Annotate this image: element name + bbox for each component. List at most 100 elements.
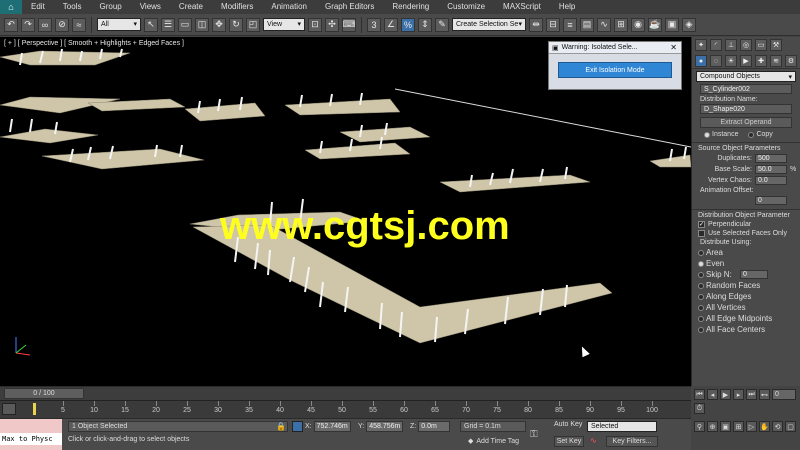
keyboard-shortcut-icon[interactable]: ⌨ [342, 17, 356, 32]
operand-list[interactable]: S_Cylinder002 [700, 84, 792, 94]
geometry-icon[interactable]: ● [695, 55, 707, 67]
instance-radio[interactable]: Instance [704, 131, 738, 138]
maximize-viewport-icon[interactable]: ▢ [785, 421, 796, 432]
time-slider[interactable]: 0 / 100 [4, 388, 84, 399]
pan-icon[interactable]: ✋ [759, 421, 770, 432]
zoom-all-icon[interactable]: ⊕ [707, 421, 718, 432]
zoom-extents-all-icon[interactable]: ⊞ [733, 421, 744, 432]
motion-tab-icon[interactable]: ◎ [740, 39, 752, 51]
go-to-start-icon[interactable]: ⏮ [694, 389, 705, 400]
material-editor-icon[interactable]: ◉ [631, 17, 645, 32]
pivot-center-icon[interactable]: ⊡ [308, 17, 322, 32]
menu-modifiers[interactable]: Modifiers [212, 0, 262, 14]
auto-key-button[interactable]: Auto Key [554, 421, 582, 428]
all-vertices-radio[interactable]: All Vertices [698, 303, 794, 312]
utilities-tab-icon[interactable]: ⚒ [770, 39, 782, 51]
rollout-title[interactable]: Distribution Object Parameter [692, 212, 800, 219]
menu-tools[interactable]: Tools [54, 0, 91, 14]
modify-tab-icon[interactable]: ◜ [710, 39, 722, 51]
render-setup-icon[interactable]: ☕ [648, 17, 662, 32]
previous-frame-icon[interactable]: ◂ [707, 389, 718, 400]
key-mode-select[interactable]: Selected [587, 421, 657, 432]
go-to-end-icon[interactable]: ⏭ [746, 389, 757, 400]
shapes-icon[interactable]: ◌ [710, 55, 722, 67]
zoom-icon[interactable]: ⚲ [694, 421, 705, 432]
undo-icon[interactable]: ↶ [4, 17, 18, 32]
menu-maxscript[interactable]: MAXScript [494, 0, 550, 14]
named-selection-set-select[interactable]: Create Selection Se ▾ [452, 18, 526, 31]
use-selected-faces-checkbox[interactable]: Use Selected Faces Only [698, 230, 794, 237]
duplicates-spinner[interactable]: 500 [755, 154, 787, 163]
menu-rendering[interactable]: Rendering [383, 0, 438, 14]
align-icon[interactable]: ⊟ [546, 17, 560, 32]
area-radio[interactable]: Area [698, 248, 794, 257]
base-scale-spinner[interactable]: 50.0 [755, 165, 787, 174]
key-mode-icon[interactable]: ⊷ [759, 389, 770, 400]
graphite-tools-icon[interactable]: ▤ [580, 17, 594, 32]
trackbar-menu-icon[interactable] [2, 403, 16, 415]
menu-create[interactable]: Create [170, 0, 212, 14]
spinner-snap-icon[interactable]: ⇕ [418, 17, 432, 32]
selection-lock-icon[interactable]: 🔒 [276, 422, 286, 431]
next-frame-icon[interactable]: ▸ [733, 389, 744, 400]
app-logo-icon[interactable]: ⌂ [0, 0, 22, 14]
set-key-icon[interactable]: ⚿ [530, 429, 538, 440]
schematic-view-icon[interactable]: ⊞ [614, 17, 628, 32]
distribution-name-field[interactable]: D_Shape020 [700, 104, 792, 114]
curve-editor-icon[interactable]: ∿ [597, 17, 611, 32]
select-object-icon[interactable]: ↖ [144, 17, 158, 32]
window-crossing-icon[interactable]: ◫ [195, 17, 209, 32]
render-production-icon[interactable]: ◈ [682, 17, 696, 32]
redo-icon[interactable]: ↷ [21, 17, 35, 32]
lights-icon[interactable]: ☀ [725, 55, 737, 67]
edit-named-sets-icon[interactable]: ✎ [435, 17, 449, 32]
snaps-toggle-icon[interactable]: 3 [367, 17, 381, 32]
dialog-titlebar[interactable]: ▣ Warning: Isolated Sele... ✕ [549, 42, 681, 54]
menu-animation[interactable]: Animation [262, 0, 316, 14]
all-edge-midpoints-radio[interactable]: All Edge Midpoints [698, 314, 794, 323]
anim-offset-spinner[interactable]: 0 [755, 196, 787, 205]
x-coordinate-field[interactable]: 752.746m [313, 421, 351, 432]
current-frame-field[interactable]: 0 [772, 389, 796, 400]
select-rotate-icon[interactable]: ↻ [229, 17, 243, 32]
display-tab-icon[interactable]: ▭ [755, 39, 767, 51]
link-icon[interactable]: ∞ [38, 17, 52, 32]
time-config-icon[interactable]: ⏱ [694, 403, 705, 414]
field-of-view-icon[interactable]: ▷ [746, 421, 757, 432]
select-by-name-icon[interactable]: ☰ [161, 17, 175, 32]
manipulate-icon[interactable]: ✣ [325, 17, 339, 32]
helpers-icon[interactable]: ✚ [755, 55, 767, 67]
rendered-frame-icon[interactable]: ▣ [665, 17, 679, 32]
selection-filter-select[interactable]: All ▾ [97, 18, 141, 31]
perpendicular-checkbox[interactable]: ✓ Perpendicular [698, 221, 794, 228]
z-coordinate-field[interactable]: 0.0m [418, 421, 451, 432]
angle-snap-icon[interactable]: ∠ [384, 17, 398, 32]
hierarchy-tab-icon[interactable]: ⊥ [725, 39, 737, 51]
skip-n-spinner[interactable]: 0 [740, 270, 768, 279]
maxscript-mini-input[interactable]: Max to Physc [0, 433, 62, 445]
unlink-icon[interactable]: ⊘ [55, 17, 69, 32]
menu-edit[interactable]: Edit [22, 0, 54, 14]
mirror-icon[interactable]: ⇹ [529, 17, 543, 32]
along-edges-radio[interactable]: Along Edges [698, 292, 794, 301]
y-coordinate-field[interactable]: 458.756m [366, 421, 404, 432]
all-face-centers-radio[interactable]: All Face Centers [698, 325, 794, 334]
trackbar[interactable]: 5 10 15 20 25 30 35 40 45 50 55 60 65 70 75 80 85 90 95 100 [0, 400, 691, 418]
select-scale-icon[interactable]: ◰ [246, 17, 260, 32]
skip-n-radio[interactable]: Skip N: 0 [698, 270, 794, 279]
add-time-tag[interactable]: ◆ Add Time Tag [468, 437, 519, 446]
menu-graph-editors[interactable]: Graph Editors [316, 0, 383, 14]
menu-group[interactable]: Group [90, 0, 130, 14]
exit-isolation-button[interactable]: Exit Isolation Mode [558, 62, 672, 78]
rectangular-selection-icon[interactable]: ▭ [178, 17, 192, 32]
absolute-mode-icon[interactable] [292, 421, 303, 432]
systems-icon[interactable]: ⚙ [785, 55, 797, 67]
key-mode-toggle-icon[interactable]: ∿ [590, 436, 597, 445]
menu-help[interactable]: Help [550, 0, 584, 14]
set-key-button[interactable]: Set Key [554, 436, 584, 447]
bind-space-warp-icon[interactable]: ≈ [72, 17, 86, 32]
play-icon[interactable]: ▶ [720, 389, 731, 400]
object-category-select[interactable]: Compound Objects ▾ [696, 71, 796, 82]
select-move-icon[interactable]: ✥ [212, 17, 226, 32]
rollout-title[interactable]: Source Object Parameters [692, 145, 800, 152]
